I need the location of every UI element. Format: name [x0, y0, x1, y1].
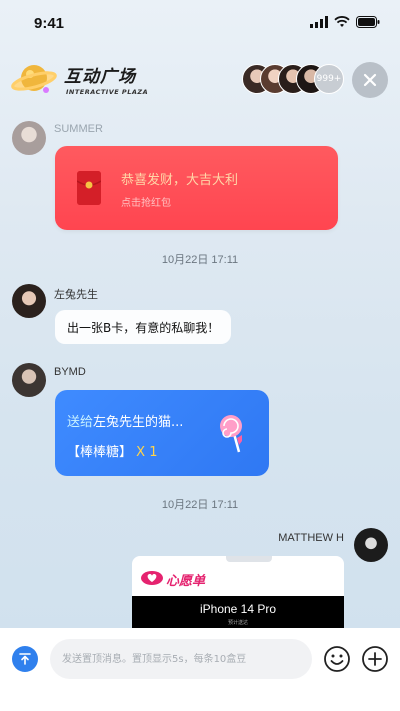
message-timestamp: 10月22日 17:11: [161, 254, 239, 266]
avatar[interactable]: [12, 121, 46, 155]
page-title: 互动广场: [64, 67, 136, 87]
page-subtitle: INTERACTIVE PLAZA: [66, 88, 149, 96]
avatar[interactable]: [12, 363, 46, 397]
gift-recipient-line: 送给左兔先生的猫...: [67, 411, 183, 430]
pin-top-icon: [19, 653, 31, 665]
sender-name: SUMMER: [54, 123, 103, 135]
gift-recipient: 左兔先生的猫...: [93, 415, 184, 430]
sender-name: BYMD: [54, 366, 86, 378]
gift-send-prefix: 送给: [67, 415, 94, 430]
wishlist-title: 心愿单: [166, 574, 206, 589]
planet-logo-icon: [11, 65, 57, 93]
close-icon: [363, 73, 377, 87]
heart-logo-icon: [141, 571, 163, 585]
message-timestamp: 10月22日 17:11: [161, 499, 239, 511]
close-button[interactable]: [352, 62, 388, 98]
avatar[interactable]: [12, 284, 46, 318]
text-message-bubble[interactable]: 出一张B卡，有意的私聊我！: [55, 310, 232, 344]
red-packet-subtitle: 点击抢红包: [121, 198, 171, 209]
sender-name: 左兔先生: [54, 289, 98, 301]
status-time: 9:41: [34, 15, 65, 32]
composer-bar: [0, 628, 400, 711]
message-input[interactable]: [50, 639, 312, 679]
header: 互动广场 INTERACTIVE PLAZA 999+: [0, 52, 400, 108]
wishlist-card[interactable]: 心愿单 iPhone 14 Pro 预计送达: [132, 556, 344, 636]
pin-top-button[interactable]: [12, 646, 38, 672]
sender-name: MATTHEW H: [278, 532, 344, 544]
red-packet-title: 恭喜发财，大吉大利: [121, 173, 239, 188]
gift-detail-line: 【棒棒糖】 X 1: [67, 441, 157, 460]
wishlist-note: 预计送达: [227, 620, 248, 626]
emoji-icon[interactable]: [323, 645, 351, 673]
wifi-icon: [334, 16, 350, 27]
gift-name: 【棒棒糖】: [67, 445, 133, 460]
status-bar: 9:41: [0, 0, 400, 44]
gift-quantity: X 1: [136, 445, 158, 460]
gift-message-card[interactable]: 送给左兔先生的猫... 【棒棒糖】 X 1: [55, 390, 269, 476]
red-packet-icon: [76, 171, 102, 205]
battery-icon: [356, 16, 380, 28]
online-count-badge: 999+: [314, 64, 344, 94]
status-icons: [310, 16, 380, 28]
signal-icon: [310, 16, 328, 28]
lollipop-icon: [220, 415, 242, 453]
wishlist-product: iPhone 14 Pro: [199, 602, 277, 616]
plus-icon[interactable]: [361, 645, 389, 673]
red-packet-card[interactable]: 恭喜发财，大吉大利 点击抢红包: [55, 146, 338, 230]
wishlist-tab: [226, 556, 272, 562]
avatar[interactable]: [354, 528, 388, 562]
